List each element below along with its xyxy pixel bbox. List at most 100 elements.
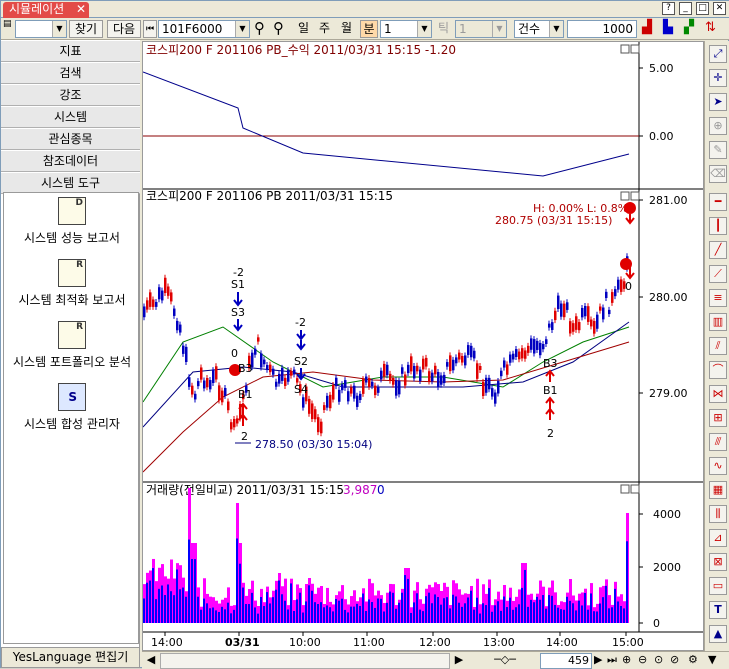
tick-combo[interactable]: 1 ▼ — [455, 20, 507, 38]
scroll-left-icon[interactable]: ◀ — [144, 653, 158, 669]
fibonacci-icon[interactable]: ▥ — [709, 313, 727, 331]
trash-icon[interactable]: ✎ — [709, 141, 727, 159]
horizontal-scrollbar[interactable] — [160, 653, 450, 669]
chart-area[interactable]: 코스피200 F 201106 PB_수익 2011/03/31 15:15 -… — [142, 41, 704, 651]
reset-icon[interactable]: ⊘ — [670, 653, 684, 669]
wave-icon[interactable]: ∿ — [709, 457, 727, 475]
scroll-up-icon[interactable]: ▲ — [709, 625, 727, 643]
indicator-icon[interactable]: ▙ — [663, 20, 681, 38]
tool-synthesis-manager[interactable]: S 시스템 합성 관리자 — [4, 383, 140, 432]
first-page-icon[interactable]: ⏮ — [143, 20, 157, 38]
volume-bar-now — [290, 583, 292, 623]
volume-bar-now — [575, 610, 577, 623]
tool-performance-report[interactable]: D 시스템 성능 보고서 — [4, 197, 140, 246]
zoom-slider[interactable]: ─◇─ — [470, 653, 540, 669]
ray-line-icon[interactable]: ⟋ — [709, 265, 727, 283]
count-input[interactable]: 1000 — [567, 20, 637, 38]
maximize-icon[interactable]: □ — [696, 2, 709, 15]
zoom-fit-icon[interactable]: ⊙ — [654, 653, 668, 669]
fan-icon[interactable]: ⫽ — [709, 337, 727, 355]
chevron-down-icon[interactable]: ▼ — [492, 21, 506, 37]
pane-minimize-icon[interactable] — [620, 191, 630, 201]
cycle-icon[interactable]: ⊞ — [709, 409, 727, 427]
candle-body — [191, 385, 194, 395]
gann-icon[interactable]: ⋈ — [709, 385, 727, 403]
count-combo[interactable]: 건수 ▼ — [514, 20, 564, 38]
candle-body — [458, 352, 461, 360]
candle-body — [431, 372, 434, 382]
period-min-button[interactable]: 분 — [360, 20, 378, 38]
chevron-down-icon[interactable]: ▼ — [417, 21, 431, 37]
tool-portfolio-analysis[interactable]: R 시스템 포트폴리오 분석 — [4, 321, 140, 370]
square-icon[interactable]: ▦ — [709, 481, 727, 499]
close-icon[interactable]: ✕ — [76, 2, 86, 17]
zoom-out-icon[interactable]: ⊖ — [638, 653, 652, 669]
chart-canvas[interactable]: 코스피200 F 201106 PB_수익 2011/03/31 15:15 -… — [143, 42, 703, 650]
crosshair-icon[interactable]: ✛ — [709, 69, 727, 87]
visible-count-input[interactable]: 459 — [540, 653, 592, 669]
window-tab[interactable]: 시뮬레이션 ✕ — [3, 2, 89, 18]
compare-icon[interactable]: ▞ — [684, 20, 702, 38]
volume-bar-now — [344, 609, 346, 623]
cursor-arrow-icon[interactable]: ⤢ — [709, 45, 727, 63]
volume-bar-now — [476, 597, 478, 623]
speed-line-icon[interactable]: ⫼ — [709, 505, 727, 523]
menu-search[interactable]: 검색 — [1, 62, 140, 84]
zoom-icon[interactable]: ⚲ — [273, 20, 291, 38]
tick-button[interactable]: 틱 — [438, 20, 452, 38]
search-icon[interactable]: ⚲ — [254, 20, 272, 38]
parallel-lines-icon[interactable]: ⫻ — [709, 433, 727, 451]
period-day-button[interactable]: 일 — [298, 20, 314, 38]
next-button[interactable]: 다음 — [107, 20, 141, 38]
volume-bar-now — [377, 598, 379, 623]
tool-optimization-report[interactable]: R 시스템 최적화 보고서 — [4, 259, 140, 308]
step-forward-icon[interactable]: ▶ — [594, 653, 606, 669]
sort-arrows-icon[interactable]: ⇅ — [705, 20, 723, 38]
rectangle-icon[interactable]: ▭ — [709, 577, 727, 595]
menu-highlight[interactable]: 강조 — [1, 84, 140, 106]
scroll-right-icon[interactable]: ▶ — [452, 653, 466, 669]
scroll-down-icon[interactable]: ▼ — [708, 653, 722, 669]
settings-icon[interactable]: ⚙ — [688, 653, 702, 669]
menu-reference-data[interactable]: 참조데이터 — [1, 150, 140, 172]
menu-indicator[interactable]: 지표 — [1, 40, 140, 62]
yeslanguage-editor-button[interactable]: YesLanguage 편집기 — [1, 647, 140, 668]
period-month-button[interactable]: 월 — [341, 20, 357, 38]
candle-body — [527, 345, 530, 353]
candle-body — [185, 346, 188, 362]
arc-icon[interactable]: ⌒ — [709, 361, 727, 379]
pane-close-icon[interactable] — [630, 44, 640, 54]
regression-icon[interactable]: ⊿ — [709, 529, 727, 547]
chevron-down-icon[interactable]: ▼ — [549, 21, 563, 37]
menu-system-tools[interactable]: 시스템 도구 — [1, 172, 140, 194]
menu-watchlist[interactable]: 관심종목 — [1, 128, 140, 150]
text-tool-icon[interactable]: T — [709, 601, 727, 619]
vertical-line-icon[interactable]: ┃ — [709, 217, 727, 235]
andrews-icon[interactable]: ⊠ — [709, 553, 727, 571]
menu-system[interactable]: 시스템 — [1, 106, 140, 128]
code-combo[interactable]: ▼ — [15, 20, 67, 38]
horizontal-line-icon[interactable]: ━ — [709, 193, 727, 211]
help-icon[interactable]: ? — [662, 2, 675, 15]
pane-minimize-icon[interactable] — [620, 484, 630, 494]
last-page-icon[interactable]: ⏭ — [607, 653, 619, 669]
symbol-combo[interactable]: 101F6000 ▼ — [158, 20, 250, 38]
chart-type-icon[interactable]: ▟ — [642, 20, 660, 38]
chevron-down-icon[interactable]: ▼ — [52, 21, 66, 37]
volume-bar-now — [593, 611, 595, 623]
period-week-button[interactable]: 주 — [319, 20, 335, 38]
chevron-down-icon[interactable]: ▼ — [235, 21, 249, 37]
close-window-icon[interactable]: ✕ — [713, 2, 726, 15]
pane-close-icon[interactable] — [630, 484, 640, 494]
pane-minimize-icon[interactable] — [620, 44, 630, 54]
channel-icon[interactable]: ≡ — [709, 289, 727, 307]
find-button[interactable]: 찾기 — [69, 20, 103, 38]
pane-close-icon[interactable] — [630, 191, 640, 201]
min-combo[interactable]: 1 ▼ — [380, 20, 432, 38]
eraser-icon[interactable]: ⌫ — [709, 165, 727, 183]
pointer-icon[interactable]: ➤ — [709, 93, 727, 111]
trend-line-icon[interactable]: ╱ — [709, 241, 727, 259]
minimize-icon[interactable]: _ — [679, 2, 692, 15]
magnify-icon[interactable]: ⊕ — [709, 117, 727, 135]
zoom-in-icon[interactable]: ⊕ — [622, 653, 636, 669]
